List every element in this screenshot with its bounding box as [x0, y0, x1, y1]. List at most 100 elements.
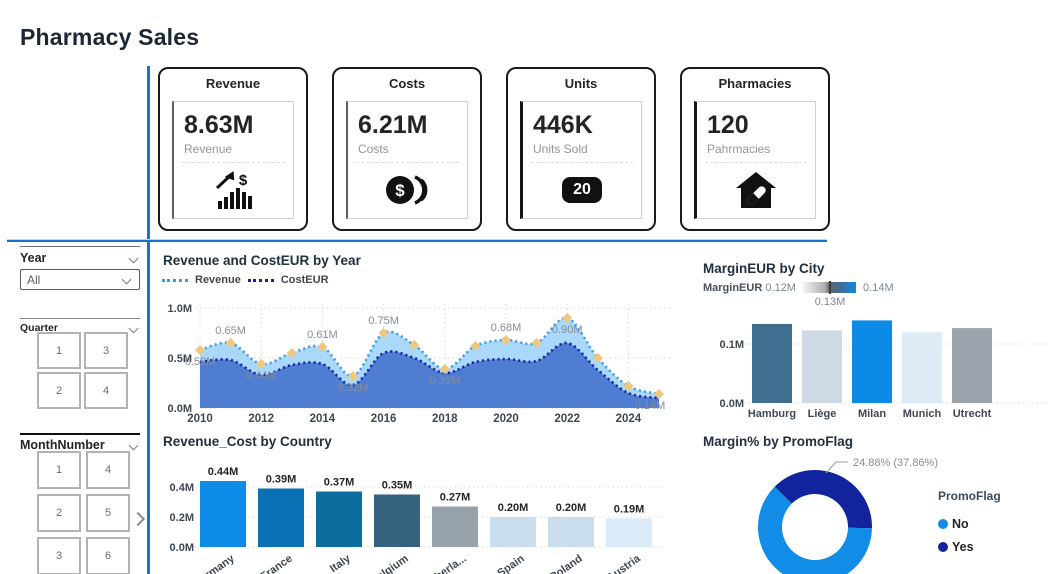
svg-text:$: $ [238, 172, 247, 189]
bar-Belgium[interactable] [374, 495, 420, 548]
bar-Austria[interactable] [606, 519, 652, 548]
x-axis-category: Italy [328, 552, 354, 574]
revenue-growth-icon: $ [212, 170, 256, 210]
chart-title: Revenue_Cost by Country [163, 434, 332, 449]
month-slicer-header: MonthNumber [20, 433, 140, 452]
month-button-6[interactable]: 6 [86, 537, 130, 574]
kpi-card-revenue-growth[interactable]: Revenue8.63MRevenue$ [158, 67, 308, 231]
data-label: 0.44M [246, 370, 277, 382]
bar-Italy[interactable] [316, 492, 362, 548]
page-title: Pharmacy Sales [20, 24, 199, 51]
month-button-grid: 142536 [37, 451, 130, 574]
bar-Utrecht[interactable] [952, 328, 992, 403]
kpi-card-row: Revenue8.63MRevenue$Costs6.21MCosts$Unit… [158, 67, 830, 231]
bar-value-label: 0.35M [382, 480, 413, 492]
month-button-2[interactable]: 2 [37, 494, 81, 532]
quarter-button-1[interactable]: 1 [37, 332, 81, 369]
bar-Germany[interactable] [200, 481, 246, 547]
x-axis-category: Austria [605, 552, 644, 574]
svg-text:$: $ [395, 181, 405, 200]
gradient-max-value: 0.14M [863, 282, 894, 294]
bar-France[interactable] [258, 489, 304, 548]
chevron-right-icon [131, 512, 145, 526]
chart-title: Revenue and CostEUR by Year [163, 253, 361, 268]
quarter-button-3[interactable]: 3 [84, 332, 128, 369]
vertical-divider [147, 66, 150, 574]
chevron-down-icon[interactable] [129, 440, 139, 450]
month-button-3[interactable]: 3 [37, 537, 81, 574]
city-bar-plot: 0.0M0.1MHamburgLiègeMilanMunichUtrecht [700, 304, 1058, 428]
x-axis-category: France [258, 553, 294, 574]
x-axis-category: Germany [191, 552, 238, 574]
kpi-card-units-badge[interactable]: Units 446KUnits Sold20 [506, 67, 656, 231]
x-axis-tick: 2010 [187, 413, 213, 425]
bar-value-label: 0.39M [266, 474, 297, 486]
donut-legend-item[interactable]: Yes [952, 540, 974, 554]
month-button-4[interactable]: 4 [86, 451, 130, 489]
bar-value-label: 0.20M [498, 502, 529, 514]
y-axis-tick: 0.0M [170, 542, 194, 554]
x-axis-tick: 2022 [554, 413, 580, 425]
bar-Poland[interactable] [548, 517, 594, 547]
chevron-down-icon[interactable] [129, 323, 139, 333]
data-label: 0.32M [338, 382, 369, 394]
kpi-icon-area [697, 163, 815, 217]
legend-dot-Yes [938, 542, 948, 552]
bar-Netherla...[interactable] [432, 507, 478, 548]
kpi-card-body: 446KUnits Sold20 [520, 101, 642, 219]
data-label: 0.68M [491, 322, 522, 334]
quarter-button-2[interactable]: 2 [37, 372, 81, 409]
bar-value-label: 0.20M [556, 502, 587, 514]
pharmacy-house-icon [734, 171, 778, 209]
bar-value-label: 0.19M [614, 504, 645, 516]
y-axis-tick: 0.2M [170, 512, 194, 524]
dashboard-canvas: Pharmacy Sales Revenue8.63MRevenue$ Costs… [0, 0, 1058, 574]
kpi-card-title: Costs [334, 76, 480, 91]
bar-Milan[interactable] [852, 320, 892, 403]
bar-Hamburg[interactable] [752, 324, 792, 403]
month-button-5[interactable]: 5 [86, 494, 130, 532]
year-slicer-header: Year [20, 246, 140, 265]
year-dropdown[interactable]: All [20, 269, 140, 290]
area-chart-plot: 0.0M0.5M1.0M0.58M0.65M0.44M0.61M0.32M0.7… [160, 290, 676, 428]
month-next-page-arrow[interactable] [133, 510, 145, 526]
gradient-bar [803, 282, 856, 293]
kpi-value: 120 [707, 111, 815, 140]
kpi-card-body: 120Pahrmacies [694, 101, 816, 219]
data-label: 0.58M [185, 356, 216, 368]
bar-Spain[interactable] [490, 517, 536, 547]
kpi-card-coins[interactable]: Costs6.21MCosts$ [332, 67, 482, 231]
bar-Liège[interactable] [802, 330, 842, 403]
kpi-card-title: Units [508, 76, 654, 91]
x-axis-tick: 2014 [310, 413, 336, 425]
kpi-icon-area: 20 [523, 163, 641, 217]
data-label: 0.39M [430, 375, 461, 387]
kpi-icon-area: $ [174, 163, 293, 217]
gradient-min-value: 0.12M [765, 282, 796, 294]
y-axis-tick: 0.0M [720, 398, 744, 410]
chevron-down-icon[interactable] [122, 275, 132, 285]
coins-icon: $ [385, 173, 431, 207]
kpi-card-pharmacy-house[interactable]: Pharmacies120Pahrmacies [680, 67, 830, 231]
y-axis-tick: 0.1M [720, 339, 744, 351]
x-axis-category: Liège [808, 408, 837, 420]
margin-by-promoflag-chart: Margin% by PromoFlag 24.88% (37.86%)40.9… [700, 432, 1058, 574]
bar-Munich[interactable] [902, 332, 942, 403]
data-label: 0.75M [368, 315, 399, 327]
revenue-cost-by-country-chart: Revenue_Cost by Country 0.0M0.2M0.4M0.44… [160, 432, 676, 574]
donut-plot: 24.88% (37.86%)40.94% (62.14%)PromoFlagN… [700, 432, 1058, 574]
year-dropdown-value: All [27, 273, 40, 287]
x-axis-category: Milan [858, 408, 886, 420]
month-slicer-label: MonthNumber [20, 438, 105, 452]
chevron-down-icon[interactable] [129, 253, 139, 263]
kpi-label: Costs [358, 142, 467, 156]
month-button-1[interactable]: 1 [37, 451, 81, 489]
donut-slice-Yes[interactable] [775, 470, 872, 528]
gradient-legend-label: MarginEUR [703, 282, 762, 294]
quarter-button-4[interactable]: 4 [84, 372, 128, 409]
x-axis-category: Poland [548, 553, 585, 574]
x-axis-tick: 2020 [493, 413, 519, 425]
data-label: 0.61M [307, 329, 338, 341]
donut-legend-item[interactable]: No [952, 517, 969, 531]
country-bar-plot: 0.0M0.2M0.4M0.44MGermany0.39MFrance0.37M… [160, 454, 676, 574]
